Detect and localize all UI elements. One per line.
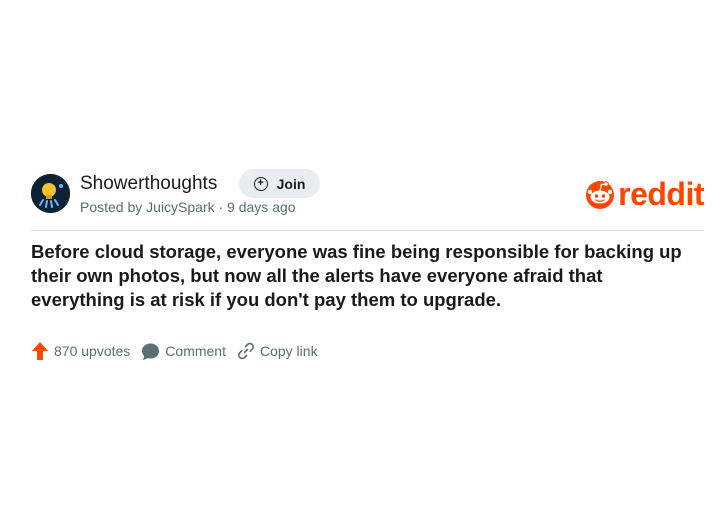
join-label: Join [276, 175, 306, 192]
reddit-wordmark: reddit [618, 176, 704, 212]
link-icon [238, 342, 254, 360]
subreddit-name[interactable]: Showerthoughts [80, 173, 217, 195]
join-button[interactable]: + Join [239, 169, 320, 198]
divider [31, 230, 704, 231]
plus-circle-icon: + [253, 176, 268, 191]
post-actions: 870 upvotes Comment Copy link [31, 339, 318, 363]
upvote-arrow-icon [32, 342, 48, 360]
reddit-logo: reddit [584, 176, 704, 212]
post-header: Showerthoughts + Join Posted by JuicySpa… [31, 169, 704, 219]
copy-link-label: Copy link [259, 343, 318, 359]
post-meta: Posted by JuicySpark · 9 days ago [80, 199, 296, 215]
reddit-alien-icon [586, 181, 615, 209]
upvote-button[interactable]: 870 upvotes [31, 341, 130, 361]
upvote-count: 870 upvotes [54, 343, 131, 359]
subreddit-avatar-icon[interactable] [31, 174, 70, 213]
copy-link-button[interactable]: Copy link [237, 342, 318, 360]
post-title[interactable]: Before cloud storage, everyone was fine … [31, 240, 691, 312]
comment-bubble-icon [142, 343, 160, 360]
comment-label: Comment [165, 343, 226, 359]
post-card: Showerthoughts + Join Posted by JuicySpa… [31, 169, 704, 360]
comment-button[interactable]: Comment [141, 342, 226, 361]
